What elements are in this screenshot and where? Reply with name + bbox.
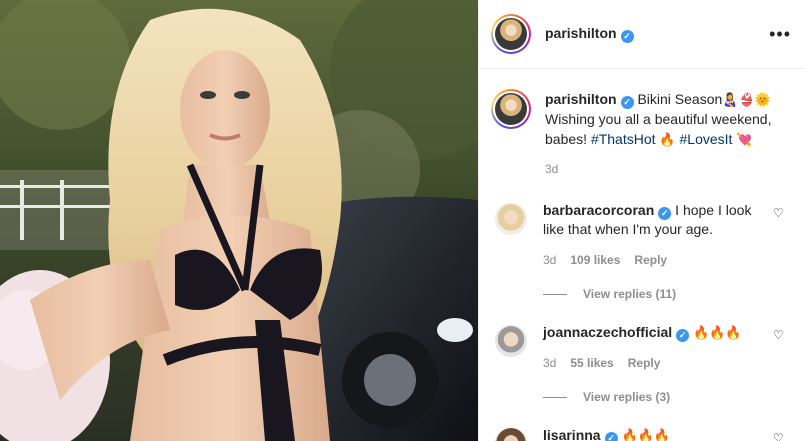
comment-time[interactable]: 3d (543, 354, 556, 373)
post-caption: parishilton ✓ Bikini Season👩‍🍼👙🌞 Wishing … (479, 69, 805, 179)
view-replies-button[interactable]: View replies (11) (479, 287, 805, 301)
comment-item: joannaczechofficial ✓ 🔥🔥🔥 3d 55 likes Rep… (479, 323, 805, 373)
comment-meta: 3d 55 likes Reply (543, 354, 757, 373)
verified-icon: ✓ (620, 96, 634, 109)
like-heart-icon[interactable]: ♡ (773, 432, 785, 441)
caption-avatar[interactable] (491, 89, 531, 129)
verified-icon: ✓ (604, 432, 618, 441)
verified-icon: ✓ (676, 329, 690, 342)
comment-username[interactable]: lisarinna (543, 427, 601, 441)
caption-title: Bikini Season (637, 91, 723, 107)
comment-item: barbaracorcoran ✓ I hope I look like that… (479, 201, 805, 270)
caption-emojis: 👩‍🍼👙🌞 (722, 92, 771, 107)
heart-emoji: 💘 (736, 132, 753, 147)
caption-time[interactable]: 3d (545, 159, 785, 179)
post-side-panel: parishilton ✓ ••• parishilton ✓ Bikini Sea… (478, 0, 805, 441)
post-header: parishilton ✓ ••• (479, 0, 805, 69)
replies-divider-line (543, 293, 567, 295)
comment-username[interactable]: barbaracorcoran (543, 202, 654, 218)
comment-username[interactable]: joannaczechofficial (543, 324, 672, 340)
author-avatar[interactable] (491, 14, 531, 54)
comment-avatar[interactable] (495, 203, 527, 235)
view-replies-label: View replies (11) (583, 287, 677, 301)
comment-body: joannaczechofficial ✓ 🔥🔥🔥 3d 55 likes Rep… (543, 323, 757, 373)
more-options-icon[interactable]: ••• (769, 25, 791, 43)
comment-text: 🔥🔥🔥 (621, 428, 671, 441)
author-username[interactable]: parishilton (545, 25, 617, 41)
caption-username[interactable]: parishilton (545, 91, 617, 107)
author-username-wrap: parishilton ✓ (545, 25, 634, 43)
verified-icon: ✓ (658, 207, 672, 220)
comment-likes[interactable]: 109 likes (570, 251, 620, 270)
caption-text: parishilton ✓ Bikini Season👩‍🍼👙🌞 Wishing … (545, 89, 785, 179)
comment-item: lisarinna ✓ 🔥🔥🔥 ♡ (479, 426, 805, 441)
post-photo[interactable] (0, 0, 478, 441)
comment-avatar[interactable] (495, 325, 527, 357)
comment-reply-button[interactable]: Reply (628, 354, 661, 373)
comment-time[interactable]: 3d (543, 251, 556, 270)
view-replies-button[interactable]: View replies (3) (479, 390, 805, 404)
post-photo-image (0, 0, 478, 441)
replies-divider-line (543, 396, 567, 398)
instagram-post-modal: parishilton ✓ ••• parishilton ✓ Bikini Sea… (0, 0, 805, 441)
view-replies-label: View replies (3) (583, 390, 671, 404)
comment-body: lisarinna ✓ 🔥🔥🔥 (543, 426, 757, 441)
hashtag-link-lovesit[interactable]: #LovesIt (680, 131, 733, 147)
comment-likes[interactable]: 55 likes (570, 354, 613, 373)
comment-meta: 3d 109 likes Reply (543, 251, 757, 270)
fire-emoji: 🔥 (659, 132, 676, 147)
hashtag-link-thatshot[interactable]: #ThatsHot (591, 131, 656, 147)
like-heart-icon[interactable]: ♡ (773, 329, 785, 341)
comment-avatar[interactable] (495, 428, 527, 441)
like-heart-icon[interactable]: ♡ (773, 207, 785, 219)
verified-icon: ✓ (620, 30, 634, 43)
comment-reply-button[interactable]: Reply (634, 251, 667, 270)
comment-body: barbaracorcoran ✓ I hope I look like that… (543, 201, 757, 270)
comment-text: 🔥🔥🔥 (693, 325, 742, 340)
